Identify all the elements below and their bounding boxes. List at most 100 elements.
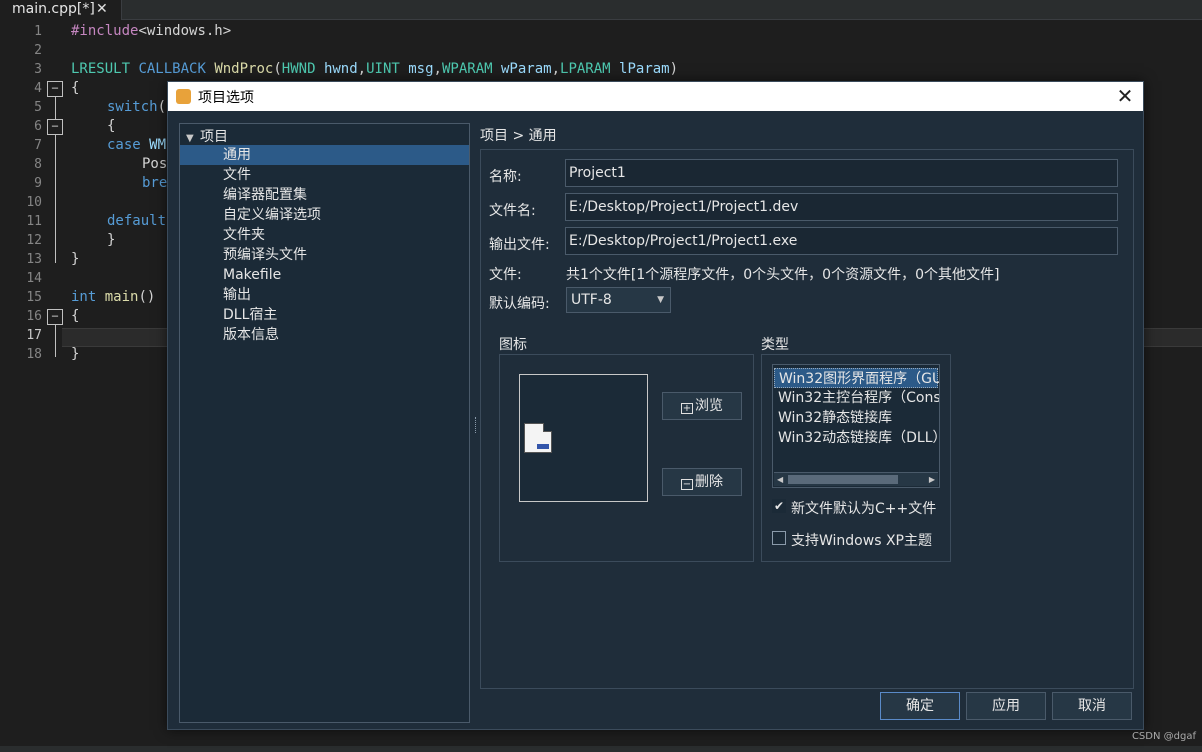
line-number: 14 (26, 271, 42, 286)
code-line-3: LRESULT CALLBACK WndProc(HWND hwnd,UINT … (71, 61, 679, 77)
code-line-1: #include<windows.h> (71, 23, 232, 39)
line-number: 12 (26, 233, 42, 248)
line-number: 3 (34, 62, 42, 77)
code-line-12: } (107, 232, 116, 248)
cpp-default-label: 新文件默认为C++文件 (791, 501, 937, 517)
line-number: 7 (34, 138, 42, 153)
line-number: 9 (34, 176, 42, 191)
chevron-down-icon: ▼ (657, 295, 664, 305)
line-number: 1 (34, 24, 42, 39)
tree-item-makefile[interactable]: Makefile (180, 265, 469, 285)
breadcrumb: 项目 > 通用 (480, 128, 557, 144)
tree-item-precompiled-header[interactable]: 预编译头文件 (180, 245, 469, 265)
output-label: 输出文件: (489, 237, 550, 253)
dialog-title: 项目选项 (198, 90, 254, 106)
icon-group-label: 图标 (499, 337, 527, 353)
fold-toggle-icon[interactable]: − (47, 119, 63, 135)
line-number: 2 (34, 43, 42, 58)
tree-item-compiler-sets[interactable]: 编译器配置集 (180, 185, 469, 205)
code-line-11: default (107, 213, 167, 229)
fold-toggle-icon[interactable]: − (47, 309, 63, 325)
project-filename-field[interactable]: E:/Desktop/Project1/Project1.dev (565, 193, 1118, 221)
filename-label: 文件名: (489, 203, 536, 219)
line-number: 18 (26, 347, 42, 362)
close-icon[interactable]: ✕ (96, 0, 108, 19)
list-item[interactable]: Win32图形界面程序（GUI） (774, 368, 939, 388)
splitter-handle[interactable] (475, 417, 477, 433)
app-icon (176, 89, 191, 104)
tree-item-dll-host[interactable]: DLL宿主 (180, 305, 469, 325)
fold-guide (55, 325, 56, 357)
scroll-left-icon[interactable]: ◀ (777, 473, 783, 486)
line-number: 11 (26, 214, 42, 229)
code-line-13: } (71, 251, 80, 267)
cancel-button[interactable]: 取消 (1052, 692, 1132, 720)
name-label: 名称: (489, 169, 522, 185)
apply-button[interactable]: 应用 (966, 692, 1046, 720)
status-strip (0, 746, 1202, 752)
code-line-9: bre (142, 175, 168, 191)
tree-item-files[interactable]: 文件 (180, 165, 469, 185)
code-line-6: { (107, 118, 116, 134)
icon-preview (519, 374, 648, 502)
line-number: 8 (34, 157, 42, 172)
encoding-select[interactable]: UTF-8 ▼ (566, 287, 671, 313)
code-line-16: { (71, 308, 80, 324)
tree-root-label: 项目 (200, 129, 228, 145)
scrollbar-thumb[interactable] (788, 475, 898, 484)
tab-label: main.cpp[*] (12, 1, 95, 17)
fold-guide (55, 135, 56, 263)
cpp-default-checkbox[interactable]: ✔ (772, 499, 786, 513)
ok-button[interactable]: 确定 (880, 692, 960, 720)
encoding-label: 默认编码: (489, 296, 550, 312)
fold-guide (55, 97, 56, 120)
code-line-15: int main() (71, 289, 156, 305)
watermark: CSDN @dgaf (1131, 731, 1196, 742)
minus-icon: − (681, 479, 693, 490)
project-options-dialog: 项目选项 ✕ ▼ 项目 通用 文件 编译器配置集 自定义编译选项 文件夹 预编译头… (167, 81, 1144, 730)
tree-item-folders[interactable]: 文件夹 (180, 225, 469, 245)
code-line-18: } (71, 346, 80, 362)
list-item[interactable]: Win32动态链接库（DLL） (776, 428, 939, 448)
tab-main-cpp[interactable]: main.cpp[*] ✕ (0, 0, 122, 20)
project-name-field[interactable]: Project1 (565, 159, 1118, 187)
fold-toggle-icon[interactable]: − (47, 81, 63, 97)
browse-button[interactable]: + 浏览 (662, 392, 742, 420)
delete-button[interactable]: − 删除 (662, 468, 742, 496)
code-line-8: Pos (142, 156, 168, 172)
project-file-icon (524, 423, 552, 453)
files-summary: 共1个文件[1个源程序文件，0个头文件，0个资源文件，0个其他文件] (566, 267, 1000, 283)
tree-root-project[interactable]: ▼ 项目 (186, 127, 228, 147)
line-number: 10 (26, 195, 42, 210)
project-type-list[interactable]: Win32图形界面程序（GUI） Win32主控台程序（Console） Win… (772, 364, 940, 488)
line-number-current: 17 (26, 328, 42, 343)
line-number: 16 (26, 309, 42, 324)
tree-item-output[interactable]: 输出 (180, 285, 469, 305)
line-number: 4 (34, 81, 42, 96)
close-button[interactable]: ✕ (1113, 85, 1137, 107)
files-label: 文件: (489, 267, 522, 283)
scroll-right-icon[interactable]: ▶ (929, 473, 935, 486)
tree-item-version-info[interactable]: 版本信息 (180, 325, 469, 345)
options-tree[interactable]: ▼ 项目 通用 文件 编译器配置集 自定义编译选项 文件夹 预编译头文件 Make… (179, 123, 470, 723)
line-number: 5 (34, 100, 42, 115)
list-item[interactable]: Win32静态链接库 (776, 408, 939, 428)
line-number: 15 (26, 290, 42, 305)
dialog-titlebar[interactable]: 项目选项 ✕ (168, 82, 1143, 111)
list-item[interactable]: Win32主控台程序（Console） (776, 388, 939, 408)
code-line-4: { (71, 80, 80, 96)
tree-item-general[interactable]: 通用 (180, 145, 469, 165)
code-line-7: case WM (107, 137, 167, 153)
tree-item-custom-compile[interactable]: 自定义编译选项 (180, 205, 469, 225)
encoding-value: UTF-8 (571, 292, 612, 308)
folder-plus-icon: + (681, 403, 693, 414)
editor-tabbar: main.cpp[*] ✕ (0, 0, 1202, 20)
code-line-5: switch( (107, 99, 167, 115)
type-group-label: 类型 (761, 337, 789, 353)
line-number: 13 (26, 252, 42, 267)
xp-theme-checkbox[interactable] (772, 531, 786, 545)
line-number: 6 (34, 119, 42, 134)
output-file-field[interactable]: E:/Desktop/Project1/Project1.exe (565, 227, 1118, 255)
horizontal-scrollbar[interactable]: ◀ ▶ (774, 472, 938, 486)
xp-theme-label: 支持Windows XP主题 (791, 533, 932, 549)
